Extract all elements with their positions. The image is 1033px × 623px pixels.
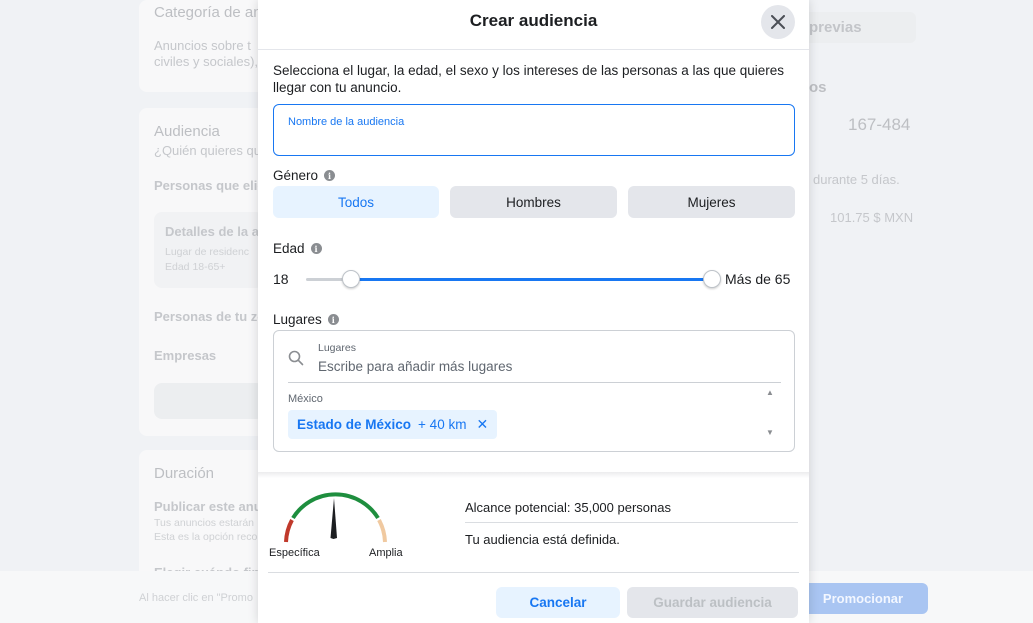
details-title: Detalles de la a — [165, 224, 259, 239]
age-min-label: 18 — [273, 271, 289, 287]
close-button[interactable] — [761, 5, 795, 39]
places-search-label: Lugares — [318, 342, 356, 354]
people-choose: Personas que elig — [154, 178, 266, 193]
right-range: 167-484 — [848, 115, 911, 134]
promote-button: Promocionar — [798, 583, 928, 614]
gender-label: Género i — [273, 168, 336, 183]
reach-divider — [465, 522, 798, 523]
audience-name-label: Nombre de la audiencia — [288, 116, 405, 128]
scroll-down-arrow-icon[interactable]: ▼ — [765, 427, 775, 437]
publish-line-1: Tus anuncios estarán — [154, 517, 255, 529]
info-icon[interactable]: i — [324, 170, 336, 181]
duration-title: Duración — [154, 465, 215, 482]
right-days: durante 5 días. — [813, 172, 900, 187]
age-min-thumb[interactable] — [342, 270, 360, 288]
audience-status: Tu audiencia está definida. — [465, 532, 620, 547]
potential-reach: Alcance potencial: 35,000 personas — [465, 500, 671, 515]
category-desc-2: civiles y sociales), — [154, 54, 259, 69]
right-amount: 101.75 $ MXN — [830, 210, 914, 225]
close-icon — [771, 15, 785, 29]
gender-label-text: Género — [273, 168, 319, 183]
age-label: Edad i — [273, 241, 322, 256]
country-label: México — [288, 393, 323, 405]
places-box: Lugares México Estado de México + 40 km … — [273, 330, 795, 452]
audience-sub: ¿Quién quieres qu — [154, 143, 261, 158]
scroll-up-arrow-icon[interactable]: ▲ — [765, 387, 775, 397]
gender-option-hombres[interactable]: Hombres — [450, 186, 617, 218]
info-icon[interactable]: i — [327, 314, 339, 325]
reach-separator — [258, 472, 809, 478]
remove-location-icon[interactable]: ✕ — [476, 416, 488, 433]
age-max-label: Más de 65 — [725, 271, 791, 287]
reach-gauge-icon — [284, 492, 387, 543]
location-chip-name: Estado de México — [297, 417, 412, 432]
location-chip[interactable]: Estado de México + 40 km ✕ — [288, 410, 498, 439]
gauge-broad-label: Amplia — [369, 547, 403, 559]
details-line-1: Lugar de residenc — [165, 246, 250, 258]
places-search-input[interactable] — [318, 357, 758, 375]
modal-header: Crear audiencia — [258, 0, 809, 50]
previews-label: previas — [809, 19, 862, 36]
places-label-text: Lugares — [273, 312, 322, 327]
intro-text: Selecciona el lugar, la edad, el sexo y … — [273, 63, 785, 95]
publish-line-2: Esta es la opción reco — [154, 531, 258, 543]
gauge-specific-label: Específica — [269, 547, 320, 559]
save-audience-button[interactable]: Guardar audiencia — [627, 587, 798, 618]
companies: Empresas — [154, 348, 217, 363]
age-label-text: Edad — [273, 241, 305, 256]
cancel-button[interactable]: Cancelar — [496, 587, 620, 618]
bg-button — [154, 383, 264, 419]
audience-title: Audiencia — [154, 123, 220, 140]
people-zone: Personas de tu zo — [154, 309, 266, 324]
create-audience-modal: Crear audiencia Selecciona el lugar, la … — [258, 0, 809, 623]
gender-option-mujeres[interactable]: Mujeres — [628, 186, 795, 218]
category-title: Categoría de an — [154, 4, 262, 21]
places-divider — [288, 382, 781, 383]
footer-text: Al hacer clic en "Promo — [139, 592, 253, 604]
publish-title: Publicar este anu — [154, 499, 262, 514]
audience-name-field[interactable]: Nombre de la audiencia — [273, 104, 795, 156]
category-desc-1: Anuncios sobre t — [154, 38, 251, 53]
audience-name-input[interactable] — [287, 131, 777, 151]
info-icon[interactable]: i — [310, 243, 322, 254]
gender-option-todos[interactable]: Todos — [273, 186, 439, 218]
age-slider-fill — [351, 278, 712, 281]
age-max-thumb[interactable] — [703, 270, 721, 288]
details-line-2: Edad 18-65+ — [165, 261, 226, 273]
search-icon — [288, 350, 304, 366]
right-label-os: os — [809, 79, 827, 96]
modal-title: Crear audiencia — [469, 11, 598, 30]
footer-divider — [268, 572, 799, 573]
location-chip-radius: + 40 km — [418, 417, 467, 432]
places-label: Lugares i — [273, 312, 339, 327]
